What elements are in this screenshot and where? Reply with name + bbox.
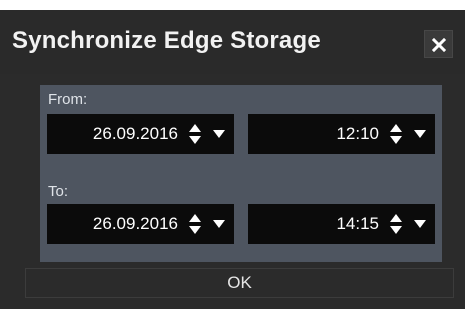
to-time-field[interactable]: 14:15 [248, 204, 435, 244]
close-icon [432, 38, 446, 52]
from-label: From: [48, 91, 88, 108]
from-date-value: 26.09.2016 [92, 124, 178, 143]
to-time-value: 14:15 [336, 214, 379, 233]
to-date-field[interactable]: 26.09.2016 [47, 204, 234, 244]
from-date-field[interactable]: 26.09.2016 [47, 114, 234, 154]
date-range-panel: From: 26.09.2016 12:10 To: 26.09.2016 14… [40, 85, 442, 262]
spinner-arrows-icon[interactable] [389, 122, 403, 146]
from-time-value: 12:10 [336, 124, 379, 143]
chevron-down-icon[interactable] [212, 219, 226, 229]
chevron-down-icon[interactable] [413, 129, 427, 139]
ok-button[interactable]: OK [25, 268, 454, 298]
dialog-title-bar[interactable]: Synchronize Edge Storage [0, 10, 465, 74]
spinner-arrows-icon[interactable] [188, 212, 202, 236]
spinner-arrows-icon[interactable] [389, 212, 403, 236]
spinner-arrows-icon[interactable] [188, 122, 202, 146]
to-label: To: [48, 183, 69, 200]
chevron-down-icon[interactable] [212, 129, 226, 139]
dialog-title: Synchronize Edge Storage [12, 27, 321, 54]
from-time-field[interactable]: 12:10 [248, 114, 435, 154]
to-date-value: 26.09.2016 [92, 214, 178, 233]
close-button[interactable] [424, 30, 453, 58]
chevron-down-icon[interactable] [413, 219, 427, 229]
sync-edge-storage-dialog: Synchronize Edge Storage From: 26.09.201… [0, 10, 465, 309]
